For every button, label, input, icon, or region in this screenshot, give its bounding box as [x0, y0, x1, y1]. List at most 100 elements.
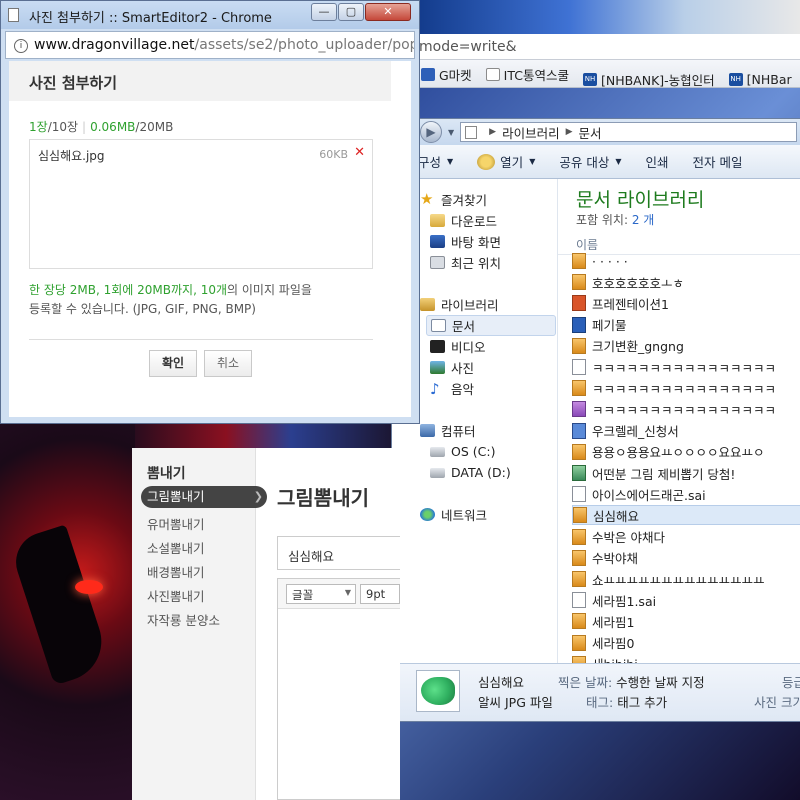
file-row[interactable]: ㅋㅋㅋㅋㅋㅋㅋㅋㅋㅋㅋㅋㅋㅋㅋㅋ — [572, 399, 800, 419]
upload-limit-note: 한 장당 2MB, 1회에 20MB까지, 10개의 이미지 파일을 등록할 수… — [29, 283, 312, 316]
info-icon[interactable]: i — [14, 39, 28, 53]
popup-titlebar[interactable]: 사진 첨부하기 :: SmartEditor2 - Chrome — ▢ ✕ — [1, 1, 419, 29]
file-row[interactable]: 호호호호호호ㅗㅎ — [572, 272, 800, 292]
confirm-button[interactable]: 확인 — [149, 350, 197, 377]
nav-libraries[interactable]: 라이브러리 — [420, 294, 499, 315]
locations-link[interactable]: 2 개 — [632, 213, 655, 227]
desktop-icon — [430, 235, 445, 248]
file-row[interactable]: · · · · · — [572, 251, 800, 271]
nav-videos[interactable]: 비디오 — [430, 336, 486, 357]
breadcrumb-documents[interactable]: 문서 — [579, 123, 602, 142]
organize-button[interactable]: 구성 ▼ — [418, 152, 453, 171]
caret-down-icon: ▼ — [529, 157, 536, 166]
file-name: 용용ㅇ용용요ㅛㅇㅇㅇㅇ요요ㅛㅇ — [592, 445, 765, 461]
file-row[interactable]: 새hjhjhj — [572, 654, 800, 663]
back-browser-address-bar[interactable]: mode=write& — [415, 34, 800, 60]
uploader-header: 사진 첨부하기 — [9, 61, 391, 101]
nav-network[interactable]: 네트워크 — [420, 504, 487, 525]
file-type-icon — [572, 316, 586, 333]
explorer-body: ★ 즐겨찾기 다운로드 바탕 화면 최근 위치 라이브러리 문서 비디오 사진 ♪… — [392, 179, 800, 663]
email-button[interactable]: 전자 메일 — [693, 152, 743, 171]
file-row[interactable]: ㅋㅋㅋㅋㅋㅋㅋㅋㅋㅋㅋㅋㅋㅋㅋㅋ — [572, 378, 800, 398]
rich-text-editor[interactable]: 글꼴 ▼ 9pt — [277, 578, 400, 800]
sidebar-item-photo[interactable]: 사진뽐내기 — [147, 586, 205, 605]
nav-desktop[interactable]: 바탕 화면 — [430, 231, 501, 252]
file-row[interactable]: 어떤분 그림 제비뽑기 당첨! — [572, 463, 800, 483]
history-dropdown-icon[interactable]: ▼ — [448, 128, 454, 137]
nav-drive-c[interactable]: OS (C:) — [430, 441, 495, 462]
file-content-pane: 문서 라이브러리 포함 위치: 2 개 이름 · · · · · 호호호호호호ㅗㅎ… — [558, 179, 800, 663]
breadcrumb-separator-icon[interactable]: ▶ — [489, 127, 496, 137]
bookmarks-bar: G마켓 ITC통역스쿨 NH [NHBANK]-농협인터 NH [NHBar — [415, 60, 800, 88]
file-type-icon — [572, 655, 586, 663]
file-row[interactable]: 수박야채 — [572, 548, 800, 568]
nav-documents[interactable]: 문서 — [426, 315, 556, 336]
sidebar-item-adoption[interactable]: 자작룡 분양소 — [147, 610, 220, 629]
file-row[interactable]: 페기물 — [572, 315, 800, 335]
dragon-claw-graphic — [8, 524, 112, 686]
file-name: ㅋㅋㅋㅋㅋㅋㅋㅋㅋㅋㅋㅋㅋㅋㅋㅋ — [592, 381, 777, 397]
bookmark-nhbank[interactable]: NH [NHBANK]-농협인터 — [582, 70, 715, 87]
download-folder-icon — [430, 214, 445, 227]
file-row[interactable]: 수박은 야채다 — [572, 527, 800, 547]
sidebar-item-drawing[interactable]: 그림뽐내기 ❯ — [141, 486, 267, 508]
file-row[interactable]: 아이스에어드래곤.sai — [572, 484, 800, 504]
post-title-input[interactable]: 심심해요 — [277, 536, 400, 570]
cancel-button[interactable]: 취소 — [204, 350, 252, 377]
file-name: ㅋㅋㅋㅋㅋㅋㅋㅋㅋㅋㅋㅋㅋㅋㅋㅋ — [592, 402, 777, 418]
file-type-icon — [572, 549, 586, 566]
popup-url-bar[interactable]: i www.dragonvillage.net/assets/se2/photo_… — [5, 31, 415, 59]
network-icon — [420, 508, 435, 521]
file-row[interactable]: 용용ㅇ용용요ㅛㅇㅇㅇㅇ요요ㅛㅇ — [572, 442, 800, 462]
maximize-button[interactable]: ▢ — [338, 3, 364, 21]
details-size-label: 사진 크기 — [754, 695, 800, 710]
chevron-right-icon: ❯ — [253, 490, 263, 503]
computer-icon — [420, 424, 435, 437]
sidebar-item-background[interactable]: 배경뽐내기 — [147, 562, 205, 581]
file-row[interactable]: 세라핌1.sai — [572, 590, 800, 610]
nav-downloads[interactable]: 다운로드 — [430, 210, 497, 231]
file-row[interactable]: 세라핌0 — [572, 633, 800, 653]
share-button[interactable]: 공유 대상 ▼ — [559, 152, 621, 171]
bookmark-favicon-icon — [421, 68, 435, 81]
file-row[interactable]: 우크렐레_신청서 — [572, 421, 800, 441]
file-type-icon — [572, 486, 586, 503]
file-row[interactable]: 심심해요 — [572, 505, 800, 526]
nav-favorites[interactable]: ★ 즐겨찾기 — [420, 189, 487, 210]
delete-file-icon[interactable]: ✕ — [354, 145, 365, 160]
explorer-address-bar[interactable]: ▶ 라이브러리 ▶ 문서 — [460, 122, 797, 142]
file-row[interactable]: 쇼ㅛㅛㅛㅛㅛㅛㅛㅛㅛㅛㅛㅛㅛㅛ — [572, 569, 800, 589]
forward-arrow-icon[interactable]: ▶ — [420, 121, 442, 143]
nav-recent[interactable]: 최근 위치 — [430, 252, 501, 273]
breadcrumb-separator-icon[interactable]: ▶ — [566, 127, 573, 137]
nav-pictures[interactable]: 사진 — [430, 357, 474, 378]
font-family-select[interactable]: 글꼴 ▼ — [286, 584, 356, 604]
details-date-value[interactable]: 수행한 날짜 지정 — [616, 675, 704, 690]
file-row[interactable]: 세라핌1 — [572, 611, 800, 631]
file-row[interactable]: ㅋㅋㅋㅋㅋㅋㅋㅋㅋㅋㅋㅋㅋㅋㅋㅋ — [572, 357, 800, 377]
file-name: 세라핌1.sai — [592, 593, 657, 609]
sidebar-item-novel[interactable]: 소설뽐내기 — [147, 538, 205, 557]
sidebar-item-humor[interactable]: 유머뽐내기 — [147, 514, 205, 533]
breadcrumb-libraries[interactable]: 라이브러리 — [502, 123, 560, 142]
file-row[interactable]: 크기변환_gngng — [572, 336, 800, 356]
details-tag-value[interactable]: 태그 추가 — [617, 695, 667, 710]
bookmark-gmarket[interactable]: G마켓 — [421, 65, 472, 84]
file-row[interactable]: 프레젠테이션1 — [572, 293, 800, 313]
page-icon — [8, 8, 19, 22]
file-name: 심심해요 — [593, 508, 640, 524]
bookmark-nhbank-2[interactable]: NH [NHBar — [728, 72, 792, 87]
caret-down-icon: ▼ — [344, 588, 351, 597]
print-button[interactable]: 인쇄 — [645, 152, 668, 171]
font-size-select[interactable]: 9pt — [360, 584, 400, 604]
close-button[interactable]: ✕ — [365, 3, 411, 21]
nav-computer[interactable]: 컴퓨터 — [420, 420, 476, 441]
details-tags: 태그: 태그 추가 — [586, 695, 668, 710]
minimize-button[interactable]: — — [311, 3, 337, 21]
explorer-toolbar: 구성 ▼ 열기 ▼ 공유 대상 ▼ 인쇄 전자 메일 — [392, 145, 800, 179]
nav-drive-d[interactable]: DATA (D:) — [430, 462, 511, 483]
nav-music[interactable]: ♪ 음악 — [430, 378, 474, 399]
open-button[interactable]: 열기 ▼ — [477, 152, 535, 171]
upload-file-list: 심심해요.jpg 60KB ✕ — [29, 139, 373, 269]
bookmark-itc[interactable]: ITC통역스쿨 — [485, 65, 569, 84]
